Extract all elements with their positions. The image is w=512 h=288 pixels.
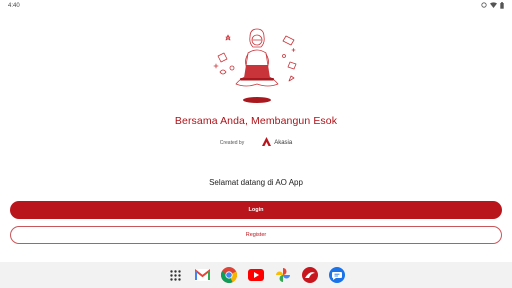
akasia-brand: Akasia [262,137,292,148]
taskbar [0,262,512,288]
created-by-label: Created by [219,139,245,146]
person-with-laptop-illustration [206,26,306,106]
youtube-icon[interactable] [248,267,265,284]
akasia-brand-name: Akasia [274,139,293,146]
register-button[interactable]: Register [10,226,502,244]
photos-icon[interactable] [275,267,292,284]
wifi-icon [490,2,497,10]
login-button[interactable]: Login [10,201,502,219]
welcome-text: Selamat datang di AO App [209,178,303,187]
messages-icon[interactable] [329,267,346,284]
status-bar: 4:40 [0,0,512,12]
status-icons [481,1,504,11]
login-button-label: Login [248,207,264,213]
register-button-label: Register [245,232,267,238]
created-by-row: Created by Akasia [0,137,512,148]
tagline: Bersama Anda, Membangun Esok [174,115,338,127]
status-time: 4:40 [8,3,20,9]
gmail-icon[interactable] [194,267,211,284]
ao-app-icon[interactable] [302,267,319,284]
chrome-icon[interactable] [221,267,238,284]
akasia-logo-icon [262,137,272,148]
battery-icon [500,1,504,11]
app-drawer-icon[interactable] [167,267,184,284]
circle-status-icon [481,2,487,10]
